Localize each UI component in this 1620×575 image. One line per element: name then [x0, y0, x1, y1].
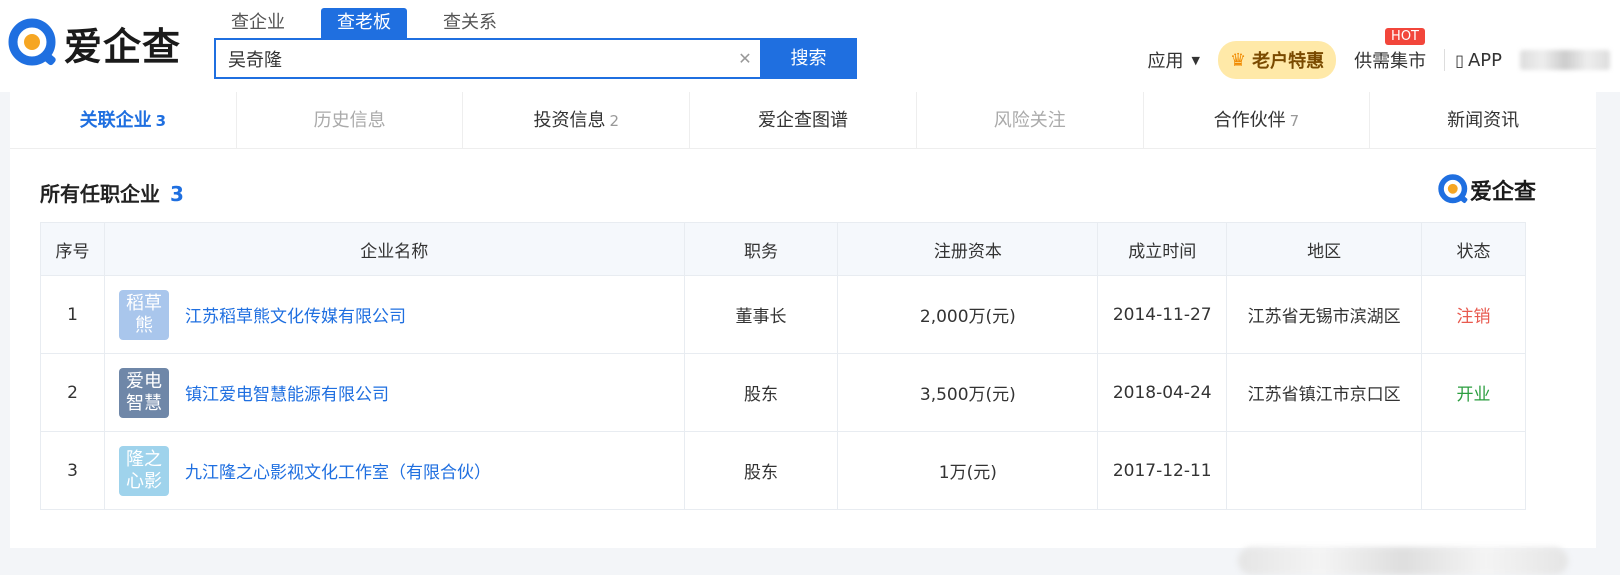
- company-logo: 爱电智慧: [118, 367, 169, 418]
- logo-q-icon: [1438, 174, 1468, 204]
- subtab-label: 关联企业: [79, 110, 152, 131]
- col-index: 序号: [40, 222, 105, 276]
- search-input[interactable]: 吴奇隆 ✕: [214, 38, 760, 79]
- subtab-graph[interactable]: 爱企查图谱: [690, 92, 917, 148]
- search-bar: 吴奇隆 ✕ 搜索: [214, 38, 857, 79]
- logo-q-icon: [8, 18, 56, 65]
- nav-divider: [1444, 49, 1446, 71]
- table-row: 2 爱电智慧 镇江爱电智慧能源有限公司 股东 3,500万(元) 2018-04…: [40, 353, 1526, 432]
- tab-company[interactable]: 查企业: [215, 8, 301, 38]
- section-count: 3: [170, 182, 184, 206]
- table-row: 3 隆之心影 九江隆之心影视文化工作室（有限合伙） 股东 1万(元) 2017-…: [40, 431, 1526, 510]
- subtab-label: 合作伙伴: [1213, 110, 1286, 131]
- subtab-risk[interactable]: 风险关注: [917, 92, 1144, 148]
- vip-label: 老户特惠: [1252, 51, 1325, 72]
- subtabs: 关联企业 3 历史信息 投资信息 2 爱企查图谱 风险关注 合作伙伴 7 新闻资讯: [10, 92, 1596, 149]
- app-link[interactable]: ▯ APP: [1455, 50, 1502, 71]
- market-label: 供需集市: [1354, 51, 1427, 72]
- app-label: APP: [1467, 49, 1502, 71]
- companies-table: 序号 企业名称 职务 注册资本 成立时间 地区 状态 1 稻草熊 江苏稻草熊文化…: [40, 222, 1526, 510]
- row-date: 2014-11-27: [1097, 275, 1228, 354]
- user-avatar-blurred[interactable]: [1520, 50, 1610, 70]
- company-logo: 隆之心影: [118, 445, 169, 496]
- row-company: 爱电智慧 镇江爱电智慧能源有限公司: [103, 353, 685, 432]
- company-link[interactable]: 江苏稻草熊文化传媒有限公司: [185, 302, 406, 327]
- apps-menu[interactable]: 应用 ▼: [1148, 47, 1200, 73]
- row-region: 江苏省镇江市京口区: [1226, 353, 1423, 432]
- search-input-value[interactable]: 吴奇隆: [228, 46, 730, 72]
- row-index: 2: [40, 353, 105, 432]
- subtab-count: 7: [1289, 112, 1300, 130]
- market-link[interactable]: 供需集市: [1354, 47, 1426, 73]
- crown-icon: ♛: [1230, 49, 1247, 71]
- subtab-partners[interactable]: 合作伙伴 7: [1144, 92, 1371, 148]
- row-company: 隆之心影 九江隆之心影视文化工作室（有限合伙）: [103, 431, 685, 510]
- row-capital: 3,500万(元): [837, 353, 1099, 432]
- subtab-history[interactable]: 历史信息: [237, 92, 464, 148]
- subtab-related-companies[interactable]: 关联企业 3: [10, 92, 237, 148]
- subtab-count: 3: [155, 112, 167, 130]
- subtab-label: 新闻资讯: [1447, 110, 1520, 131]
- subtab-label: 风险关注: [993, 110, 1066, 131]
- phone-icon: ▯: [1455, 50, 1464, 70]
- table-header-row: 序号 企业名称 职务 注册资本 成立时间 地区 状态: [40, 222, 1526, 276]
- section-title: 所有任职企业 3: [40, 178, 184, 207]
- search-button[interactable]: 搜索: [760, 38, 857, 79]
- row-company: 稻草熊 江苏稻草熊文化传媒有限公司: [103, 275, 685, 354]
- row-capital: 2,000万(元): [837, 275, 1099, 354]
- row-status: [1421, 431, 1526, 510]
- company-link[interactable]: 九江隆之心影视文化工作室（有限合伙）: [185, 458, 491, 483]
- col-region: 地区: [1226, 222, 1423, 276]
- subtab-count: 2: [609, 112, 620, 130]
- company-link[interactable]: 镇江爱电智慧能源有限公司: [185, 380, 389, 405]
- subtab-label: 爱企查图谱: [758, 110, 849, 131]
- tab-relation[interactable]: 查关系: [427, 8, 513, 38]
- blurred-overlay: [1238, 547, 1568, 575]
- row-index: 1: [40, 275, 105, 354]
- company-logo: 稻草熊: [118, 289, 169, 340]
- section-title-text: 所有任职企业: [40, 182, 160, 206]
- col-capital: 注册资本: [837, 222, 1099, 276]
- row-status: 开业: [1421, 353, 1526, 432]
- subtab-investment[interactable]: 投资信息 2: [463, 92, 691, 148]
- apps-label: 应用: [1147, 51, 1184, 72]
- clear-icon[interactable]: ✕: [730, 49, 760, 68]
- vip-offer-button[interactable]: ♛ 老户特惠: [1218, 41, 1337, 79]
- row-region: [1226, 431, 1423, 510]
- tab-boss[interactable]: 查老板: [321, 8, 407, 38]
- row-region: 江苏省无锡市滨湖区: [1226, 275, 1423, 354]
- logo-text: 爱企查: [64, 25, 182, 69]
- top-bar: 爱企查 查企业 查老板 查关系 吴奇隆 ✕ 搜索 应用 ▼ ♛ 老户特惠 供需集…: [0, 0, 1620, 92]
- row-role: 董事长: [683, 275, 839, 354]
- table-row: 1 稻草熊 江苏稻草熊文化传媒有限公司 董事长 2,000万(元) 2014-1…: [40, 275, 1526, 354]
- hot-badge: HOT: [1385, 28, 1425, 45]
- watermark-text: 爱企查: [1469, 180, 1536, 205]
- col-role: 职务: [683, 222, 839, 276]
- row-status: 注销: [1421, 275, 1526, 354]
- watermark-logo: 爱企查: [1438, 174, 1536, 206]
- chevron-down-icon: ▼: [1191, 53, 1201, 67]
- row-role: 股东: [683, 353, 839, 432]
- col-status: 状态: [1421, 222, 1526, 276]
- main-card: 关联企业 3 历史信息 投资信息 2 爱企查图谱 风险关注 合作伙伴 7 新闻资讯 所…: [10, 92, 1596, 575]
- row-capital: 1万(元): [837, 431, 1099, 510]
- row-date: 2017-12-11: [1097, 431, 1228, 510]
- site-logo[interactable]: 爱企查: [8, 16, 181, 71]
- subtab-label: 历史信息: [313, 110, 386, 131]
- row-role: 股东: [683, 431, 839, 510]
- search-type-tabs: 查企业 查老板 查关系: [215, 8, 533, 38]
- col-company-name: 企业名称: [103, 222, 685, 276]
- subtab-news[interactable]: 新闻资讯: [1370, 92, 1596, 148]
- subtab-label: 投资信息: [533, 110, 606, 131]
- row-date: 2018-04-24: [1097, 353, 1228, 432]
- header-nav: 应用 ▼ ♛ 老户特惠 供需集市 HOT ▯ APP: [1148, 28, 1620, 79]
- row-index: 3: [40, 431, 105, 510]
- col-date: 成立时间: [1097, 222, 1228, 276]
